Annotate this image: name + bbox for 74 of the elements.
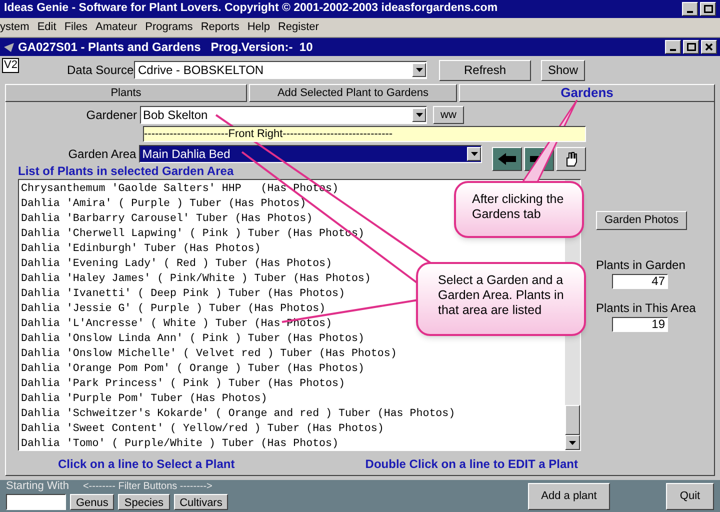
plant-row[interactable]: Dahlia 'Haley James' ( Pink/White ) Tuber (Has Photos) <box>21 272 371 287</box>
toolbar-button[interactable]: Show <box>541 60 585 80</box>
tab[interactable]: Gardens <box>459 84 715 102</box>
window-title: GA027S01 - Plants and Gardens Prog.Version:- 10 <box>18 39 313 56</box>
plant-row[interactable]: Dahlia 'Sweet Content' ( Yellow/red ) Tuber (Has Photos) <box>21 422 384 437</box>
left-arrow-icon <box>498 153 516 165</box>
menu-item[interactable]: Files <box>64 19 88 36</box>
ww-button[interactable]: ww <box>433 106 464 124</box>
tab[interactable]: Plants <box>5 84 247 102</box>
minimize-icon <box>670 49 676 51</box>
plant-row[interactable]: Dahlia 'Purple Pom' Tuber (Has Photos) <box>21 392 268 407</box>
close-icon <box>705 43 713 51</box>
filter-button[interactable]: Cultivars <box>174 494 228 510</box>
hand-button[interactable] <box>556 147 586 171</box>
plant-row[interactable]: Dahlia 'Ivanetti' ( Deep Pink ) Tuber (Has Photos) <box>21 287 345 302</box>
plant-row[interactable]: Dahlia 'Barbarry Carousel' Tuber (Has Photos) <box>21 212 313 227</box>
hint-text: Click on a line to Select a Plant <box>58 456 235 473</box>
hint-text: Double Click on a line to EDIT a Plant <box>365 456 578 473</box>
app-title: Ideas Genie - Software for Plant Lovers. Copyright © 2001-2002-2003 ideasforgardens.com <box>4 1 498 16</box>
area-note: -----------------------Front Right------------------------------ <box>143 126 586 142</box>
plant-row[interactable]: Dahlia 'Evening Lady' ( Red ) Tuber (Has Photos) <box>21 257 332 272</box>
stat-label: Plants in Garden <box>596 257 686 274</box>
filter-button[interactable]: Species <box>118 494 170 510</box>
maximize-button[interactable] <box>700 2 716 16</box>
hand-icon <box>565 152 577 166</box>
minimize-button[interactable] <box>682 2 698 16</box>
plant-row[interactable]: Dahlia 'Onslow Linda Ann' ( Pink ) Tuber (Has Photos) <box>21 332 364 347</box>
filter-buttons-label: <-------- Filter Buttons --------> <box>82 480 212 494</box>
plant-row[interactable]: Dahlia 'Tomo' ( Purple/White ) Tuber (Has Photos) <box>21 437 338 452</box>
version-tag: V2 <box>2 58 20 73</box>
minimize-icon <box>687 11 693 13</box>
field-label: Data Source <box>67 62 131 79</box>
menu-item[interactable]: Reports <box>200 19 240 36</box>
scrollbar-thumb[interactable] <box>565 405 580 435</box>
toolbar-button[interactable]: Refresh <box>439 60 531 80</box>
close-button[interactable] <box>701 40 717 54</box>
tab[interactable]: Add Selected Plant to Gardens <box>249 84 457 102</box>
app-icon <box>4 42 14 52</box>
garden-area-dropdown[interactable]: Main Dahlia Bed <box>139 145 482 163</box>
menu-item[interactable]: Programs <box>145 19 193 36</box>
garden-photos-button[interactable]: Garden Photos <box>596 211 687 230</box>
quit-button[interactable]: Quit <box>666 483 714 510</box>
plant-row[interactable]: Dahlia 'Schweitzer's Kokarde' ( Orange and red ) Tuber (Has Photos) <box>21 407 456 422</box>
plant-row[interactable]: Dahlia 'Jessie G' ( Purple ) Tuber (Has Photos) <box>21 302 326 317</box>
data-source-dropdown[interactable]: Cdrive - BOBSKELTON <box>134 61 427 79</box>
maximize-icon <box>686 43 696 51</box>
filter-button[interactable]: Genus <box>70 494 114 510</box>
starting-with-label: Starting With <box>6 478 69 494</box>
menu-item[interactable]: Register <box>278 19 319 36</box>
plant-row[interactable]: Dahlia 'Park Princess' ( Pink ) Tuber (Has Photos) <box>21 377 345 392</box>
stat-field: 47 <box>612 274 668 289</box>
field-label: Gardener <box>85 107 138 124</box>
menu-item[interactable]: Edit <box>37 19 56 36</box>
plant-row[interactable]: Dahlia 'Edinburgh' Tuber (Has Photos) <box>21 242 261 257</box>
menu-item[interactable]: ystem <box>0 19 30 36</box>
add-plant-button[interactable]: Add a plant <box>528 483 610 510</box>
maximize-icon <box>704 5 712 13</box>
menu-item[interactable]: Help <box>247 19 270 36</box>
field-label: Garden Area <box>67 146 138 163</box>
gardener-dropdown[interactable]: Bob Skelton <box>140 106 427 124</box>
back-arrow-button[interactable] <box>492 147 522 171</box>
plant-row[interactable]: Dahlia 'Amira' ( Purple ) Tuber (Has Photos) <box>21 197 306 212</box>
callout-bubble: Select a Garden and a Garden Area. Plants in that area are listed <box>416 262 586 336</box>
stat-label: Plants in This Area <box>596 300 697 317</box>
scroll-down-icon[interactable] <box>565 435 580 450</box>
minimize-button[interactable] <box>665 40 681 54</box>
menu-item[interactable]: Amateur <box>96 19 138 36</box>
callout-bubble: After clicking the Gardens tab <box>454 181 584 238</box>
list-heading: List of Plants in selected Garden Area <box>18 164 235 178</box>
starting-with-field[interactable] <box>6 494 66 510</box>
stat-field: 19 <box>612 317 668 332</box>
plant-row[interactable]: Dahlia 'Orange Pom Pom' ( Orange ) Tuber (Has Photos) <box>21 362 364 377</box>
maximize-button[interactable] <box>683 40 699 54</box>
plant-row[interactable]: Dahlia 'Onslow Michelle' ( Velvet red ) Tuber (Has Photos) <box>21 347 397 362</box>
